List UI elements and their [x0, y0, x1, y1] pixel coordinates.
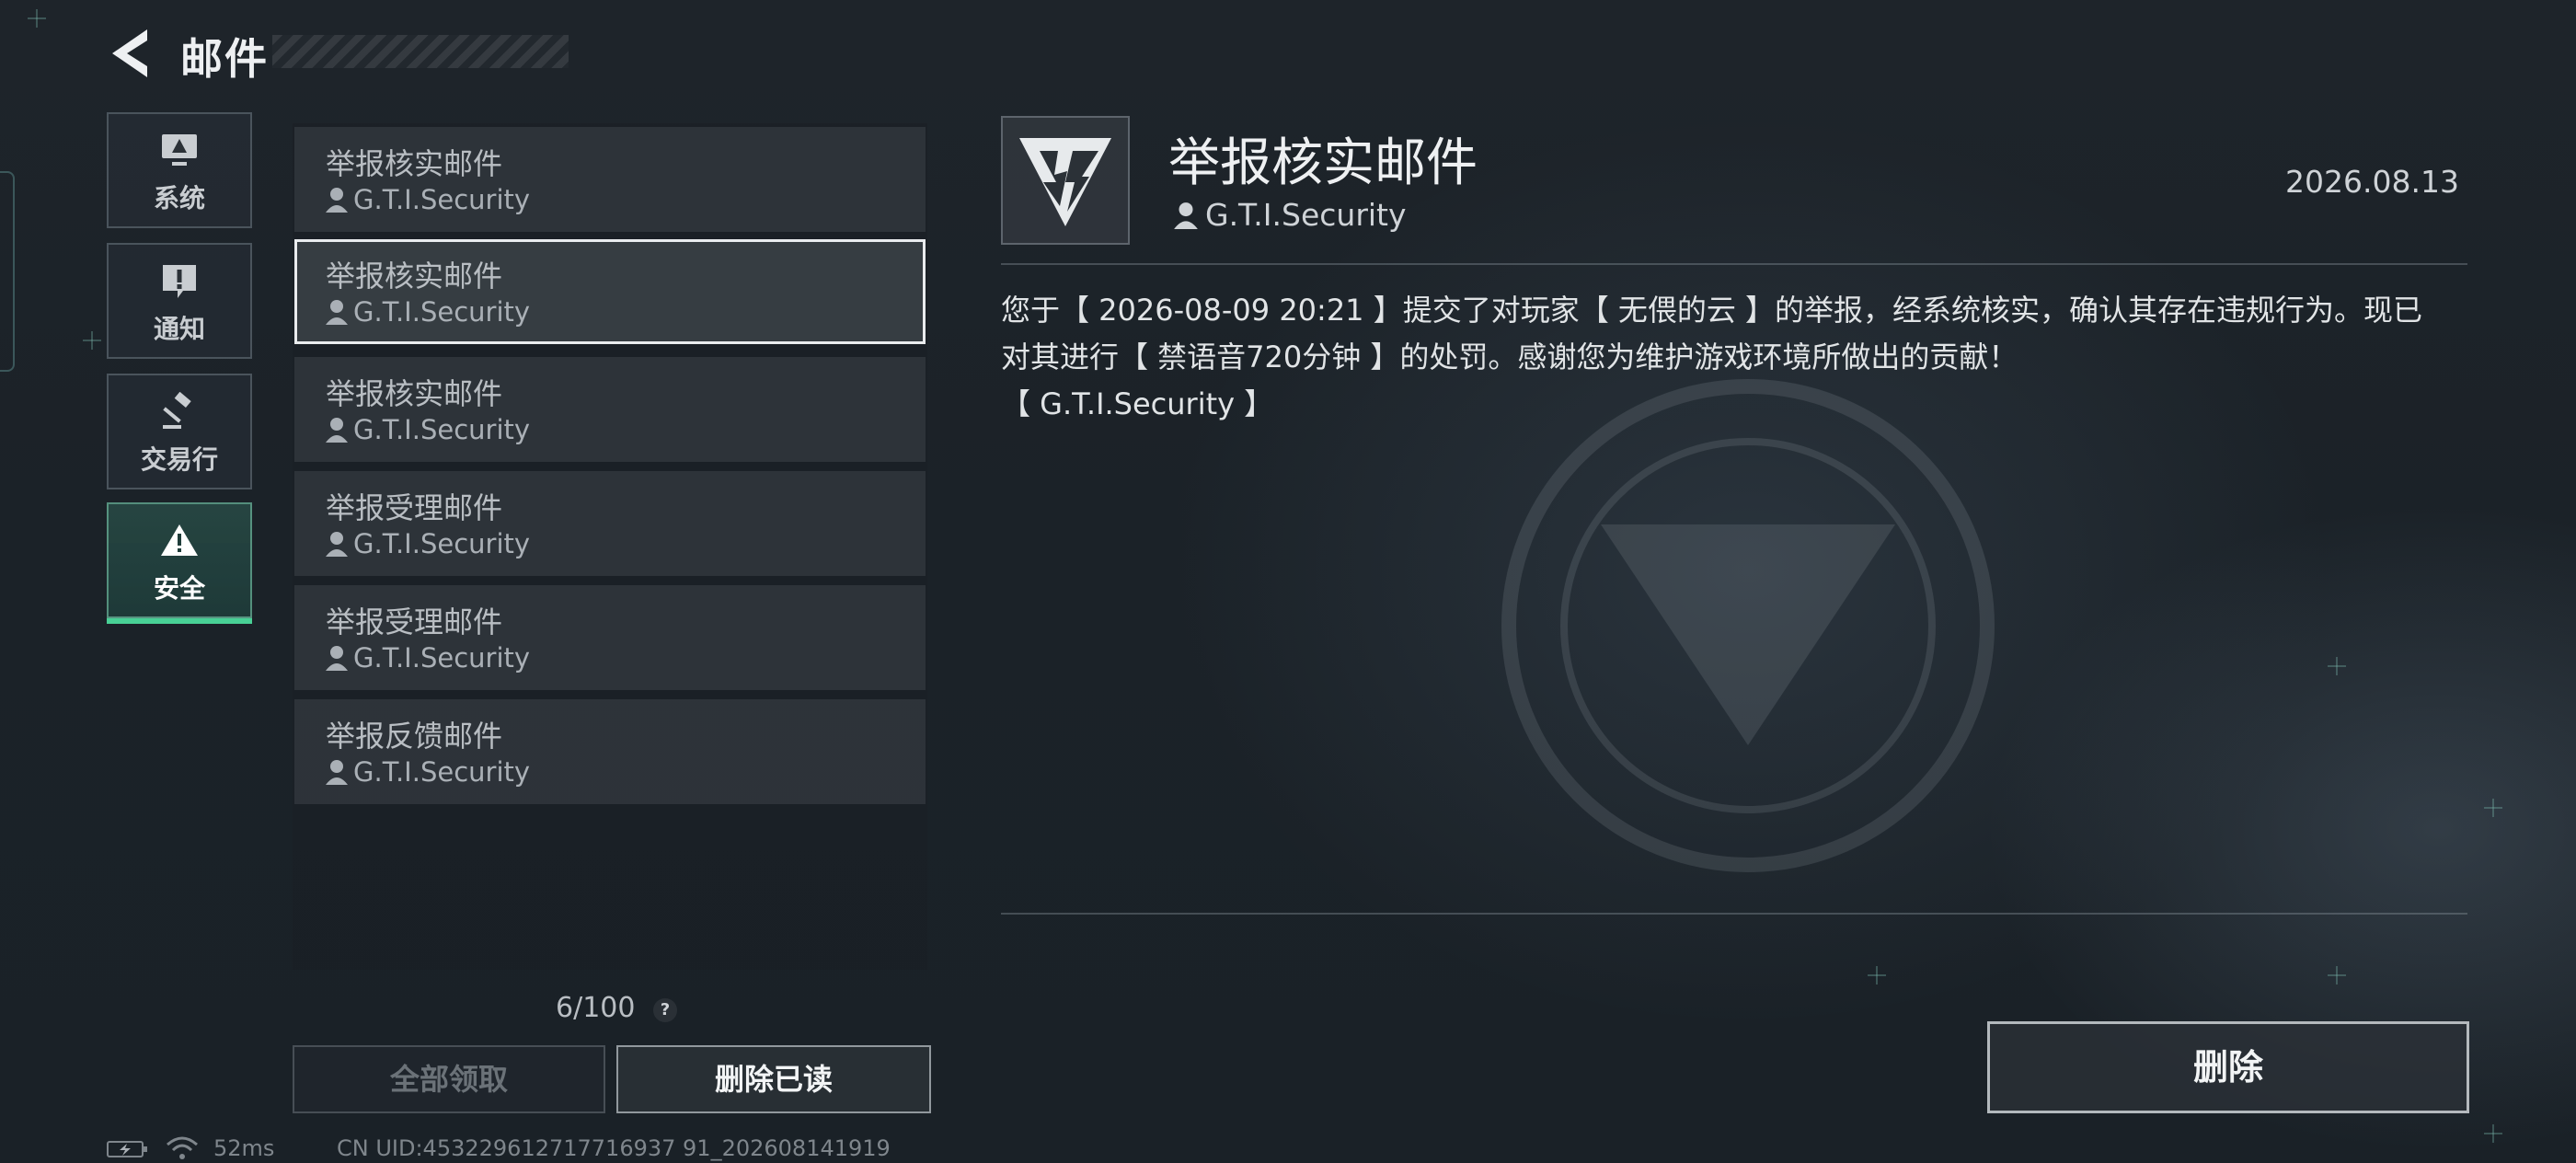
detail-body: 您于【 2026-08-09 20:21 】提交了对玩家【 无偎的云 】的举报，… — [1001, 293, 2423, 421]
detail-date: 2026.08.13 — [2285, 164, 2459, 200]
mail-sender: G.T.I.Security — [353, 642, 531, 674]
mail-list-item[interactable]: 举报受理邮件 G.T.I.Security — [294, 471, 926, 576]
person-icon — [326, 300, 348, 325]
person-icon — [326, 646, 348, 671]
category-label: 安全 — [153, 573, 205, 604]
edge-bracket — [0, 171, 15, 372]
decor-cross — [28, 9, 46, 28]
category-label: 交易行 — [140, 444, 218, 475]
title-stripe — [272, 35, 569, 68]
delete-button[interactable]: 删除 — [1987, 1021, 2469, 1113]
category-tab-system[interactable]: 系统 — [107, 112, 252, 228]
category-label: 系统 — [153, 183, 205, 213]
security-logo-icon — [1019, 138, 1111, 226]
decor-cross — [1868, 966, 1886, 985]
watermark-emblem-icon — [1501, 379, 1995, 872]
category-tab-trade[interactable]: 交易行 — [107, 374, 252, 489]
monitor-icon — [162, 134, 197, 166]
mail-sender: G.T.I.Security — [353, 184, 531, 215]
claim-all-button[interactable]: 全部领取 — [293, 1045, 605, 1113]
decor-cross — [83, 331, 101, 350]
back-arrow-icon[interactable] — [107, 28, 153, 79]
mail-sender: G.T.I.Security — [353, 756, 531, 788]
mail-sender: G.T.I.Security — [353, 296, 531, 328]
person-icon — [1174, 202, 1198, 229]
mail-list-item[interactable]: 举报核实邮件 G.T.I.Security — [294, 357, 926, 462]
uid-readout: CN UID:453229612717716937 91_20260814191… — [337, 1135, 891, 1161]
wifi-icon — [167, 1136, 198, 1159]
detail-sender-row: G.T.I.Security — [1174, 197, 1407, 233]
mail-list-item[interactable]: 举报受理邮件 G.T.I.Security — [294, 585, 926, 690]
person-icon — [326, 760, 348, 785]
ping-readout: 52ms — [213, 1135, 275, 1161]
decor-cross — [2328, 966, 2346, 985]
decor-cross — [2484, 799, 2502, 817]
mail-sender: G.T.I.Security — [353, 414, 531, 445]
gavel-icon — [163, 392, 191, 429]
mail-list-item[interactable]: 举报核实邮件 G.T.I.Security — [294, 239, 926, 344]
mail-subject: 举报核实邮件 — [326, 259, 503, 294]
category-tab-security[interactable]: 安全 — [107, 502, 252, 624]
person-icon — [326, 532, 348, 557]
mail-count: 6/100 — [556, 992, 636, 1024]
detail-divider-bottom — [1001, 913, 2467, 915]
mail-subject: 举报核实邮件 — [326, 376, 503, 411]
mail-sender: G.T.I.Security — [353, 528, 531, 559]
help-icon[interactable]: ? — [653, 998, 677, 1022]
page-title: 邮件 — [180, 34, 269, 84]
category-tab-notice[interactable]: 通知 — [107, 243, 252, 359]
decor-cross — [2328, 657, 2346, 675]
mail-list-item[interactable]: 举报反馈邮件 G.T.I.Security — [294, 699, 926, 804]
warning-icon — [161, 524, 198, 556]
mail-list-item[interactable]: 举报核实邮件 G.T.I.Security — [294, 127, 926, 232]
sender-logo — [1001, 116, 1130, 245]
decor-cross — [2484, 1124, 2502, 1143]
exclamation-icon — [163, 265, 196, 298]
person-icon — [326, 418, 348, 443]
mail-subject: 举报受理邮件 — [326, 605, 503, 639]
delete-read-button[interactable]: 删除已读 — [616, 1045, 931, 1113]
category-label: 通知 — [153, 314, 205, 344]
detail-divider-top — [1001, 263, 2467, 265]
mail-subject: 举报核实邮件 — [326, 146, 503, 181]
person-icon — [326, 188, 348, 213]
mail-subject: 举报反馈邮件 — [326, 719, 503, 754]
mail-subject: 举报受理邮件 — [326, 490, 503, 525]
detail-sender: G.T.I.Security — [1205, 197, 1407, 233]
battery-icon — [107, 1141, 147, 1157]
detail-subject: 举报核实邮件 — [1168, 133, 1478, 193]
